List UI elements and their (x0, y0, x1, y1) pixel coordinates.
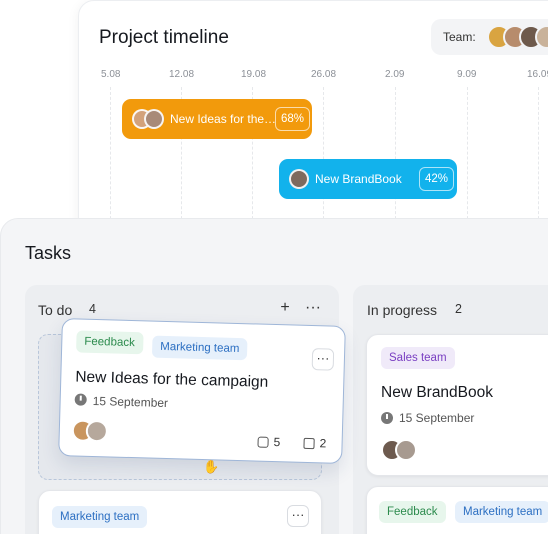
timeline-bar-new-ideas[interactable]: New Ideas for the… 68% (122, 99, 312, 139)
avatar (144, 109, 164, 129)
card-title: New BrandBook (381, 384, 494, 401)
column-title: In progress (367, 302, 438, 318)
timeline-date: 16.09 (527, 69, 548, 80)
comment-icon (257, 436, 269, 448)
file-icon (303, 437, 315, 450)
bar-percent: 68% (275, 107, 311, 131)
timeline-date: 9.09 (457, 69, 477, 80)
timeline-title: Project timeline (99, 27, 229, 48)
card-title: New Ideas for the campaign (75, 368, 269, 391)
grid-line (467, 87, 468, 239)
tag: Feedback (76, 330, 144, 355)
avatar (289, 169, 309, 189)
bar-label: New BrandBook (315, 172, 402, 186)
column-count: 4 (89, 302, 96, 316)
timeline-date: 2.09 (385, 69, 405, 80)
more-icon[interactable]: ··· (302, 297, 324, 319)
column-title: To do (38, 302, 73, 318)
bar-label: New Ideas for the… (170, 112, 277, 126)
tag: Marketing team (52, 506, 148, 528)
task-card-feedback[interactable]: Feedback Marketing team (366, 486, 548, 534)
card-date: 15 September (399, 411, 475, 425)
clock-icon (381, 412, 393, 424)
file-count: 2 (319, 436, 327, 451)
grid-line (110, 87, 111, 239)
project-timeline-panel: Project timeline Team: 5.08 12.08 19.08 … (78, 0, 548, 240)
team-filter[interactable]: Team: (431, 19, 548, 55)
clock-icon (74, 393, 87, 406)
tag: Marketing team (151, 335, 248, 361)
timeline-date: 12.08 (169, 69, 195, 80)
more-button[interactable]: ··· (311, 348, 335, 371)
timeline-date: 19.08 (241, 69, 267, 80)
column-count: 2 (455, 302, 462, 316)
grid-line (538, 87, 539, 239)
tag: Sales team (381, 347, 455, 369)
bar-percent: 42% (419, 167, 455, 191)
timeline-bar-new-brandbook[interactable]: New BrandBook 42% (279, 159, 457, 199)
grab-cursor-icon: ✋ (203, 459, 220, 474)
task-card-new-ideas-dragging[interactable]: Feedback Marketing team ··· New Ideas fo… (58, 318, 346, 464)
timeline-date: 26.08 (311, 69, 337, 80)
more-button[interactable]: ··· (287, 505, 309, 527)
task-card-marketing[interactable]: Marketing team ··· (38, 490, 322, 534)
comment-count: 5 (273, 435, 281, 450)
tag: Marketing team (455, 501, 548, 523)
task-card-new-brandbook[interactable]: Sales team New BrandBook 15 September (366, 334, 548, 476)
avatar (85, 419, 109, 443)
team-label: Team: (443, 30, 476, 44)
tag: Feedback (379, 501, 446, 523)
card-date: 15 September (92, 393, 169, 411)
tasks-title: Tasks (25, 243, 72, 263)
add-icon[interactable]: + (274, 297, 296, 319)
timeline-date: 5.08 (101, 69, 121, 80)
avatar (395, 439, 417, 461)
